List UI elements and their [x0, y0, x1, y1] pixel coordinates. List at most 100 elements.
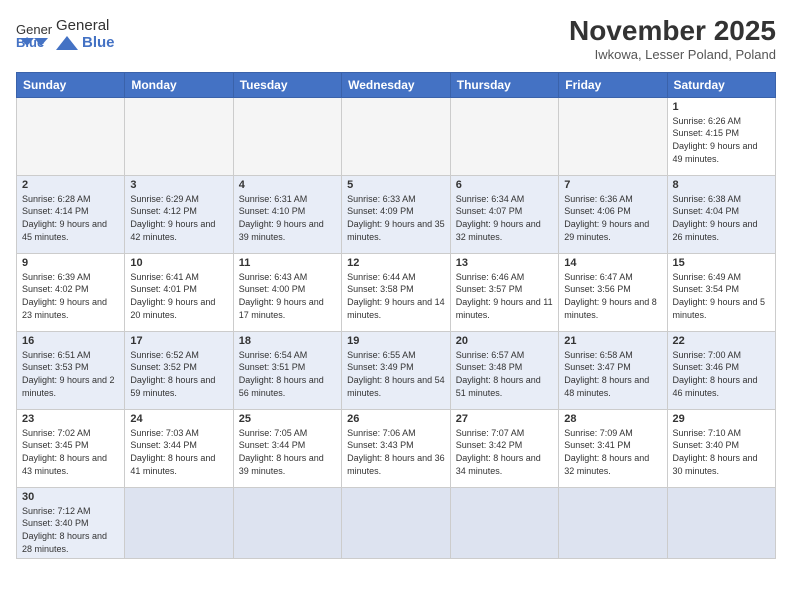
calendar-day-cell: 11 Sunrise: 6:43 AM Sunset: 4:00 PM Dayli… — [233, 253, 341, 331]
calendar-day-cell — [233, 97, 341, 175]
day-info: Sunrise: 7:06 AM Sunset: 3:43 PM Dayligh… — [347, 427, 445, 477]
day-number: 23 — [22, 413, 119, 425]
day-number: 11 — [239, 257, 336, 269]
day-number: 7 — [564, 179, 661, 191]
col-sunday: Sunday — [17, 72, 125, 97]
calendar-day-cell: 18 Sunrise: 6:54 AM Sunset: 3:51 PM Dayli… — [233, 331, 341, 409]
page: General Blue General Blue November 2025 … — [0, 0, 792, 612]
day-number: 18 — [239, 335, 336, 347]
calendar-day-cell — [450, 487, 558, 558]
calendar-header-row: Sunday Monday Tuesday Wednesday Thursday… — [17, 72, 776, 97]
calendar-week-row: 30 Sunrise: 7:12 AM Sunset: 3:40 PM Dayli… — [17, 487, 776, 558]
calendar-day-cell: 25Sunrise: 7:05 AM Sunset: 3:44 PM Dayli… — [233, 409, 341, 487]
calendar-day-cell: 1Sunrise: 6:26 AM Sunset: 4:15 PM Daylig… — [667, 97, 776, 175]
day-number: 10 — [130, 257, 227, 269]
logo: General Blue General Blue — [16, 16, 115, 51]
day-number: 17 — [130, 335, 227, 347]
day-info: Sunrise: 6:26 AM Sunset: 4:15 PM Dayligh… — [673, 115, 771, 165]
day-number: 13 — [456, 257, 553, 269]
calendar-day-cell: 3 Sunrise: 6:29 AM Sunset: 4:12 PM Daylig… — [125, 175, 233, 253]
day-info: Sunrise: 6:46 AM Sunset: 3:57 PM Dayligh… — [456, 271, 553, 321]
calendar-day-cell — [342, 487, 451, 558]
day-number: 30 — [22, 491, 119, 503]
svg-text:Blue: Blue — [16, 35, 44, 48]
calendar-day-cell — [17, 97, 125, 175]
day-info: Sunrise: 6:55 AM Sunset: 3:49 PM Dayligh… — [347, 349, 445, 399]
calendar-day-cell: 4Sunrise: 6:31 AM Sunset: 4:10 PM Daylig… — [233, 175, 341, 253]
day-info: Sunrise: 6:58 AM Sunset: 3:47 PM Dayligh… — [564, 349, 661, 399]
calendar-day-cell: 14 Sunrise: 6:47 AM Sunset: 3:56 PM Dayli… — [559, 253, 667, 331]
col-tuesday: Tuesday — [233, 72, 341, 97]
calendar-day-cell: 9 Sunrise: 6:39 AM Sunset: 4:02 PM Daylig… — [17, 253, 125, 331]
calendar-day-cell: 8 Sunrise: 6:38 AM Sunset: 4:04 PM Daylig… — [667, 175, 776, 253]
calendar-week-row: 16 Sunrise: 6:51 AM Sunset: 3:53 PM Dayli… — [17, 331, 776, 409]
calendar-day-cell — [559, 487, 667, 558]
day-number: 5 — [347, 179, 445, 191]
calendar-day-cell: 6Sunrise: 6:34 AM Sunset: 4:07 PM Daylig… — [450, 175, 558, 253]
calendar-day-cell — [450, 97, 558, 175]
day-info: Sunrise: 6:49 AM Sunset: 3:54 PM Dayligh… — [673, 271, 771, 321]
calendar-week-row: 9 Sunrise: 6:39 AM Sunset: 4:02 PM Daylig… — [17, 253, 776, 331]
day-info: Sunrise: 7:12 AM Sunset: 3:40 PM Dayligh… — [22, 505, 119, 555]
day-number: 24 — [130, 413, 227, 425]
calendar-day-cell: 7 Sunrise: 6:36 AM Sunset: 4:06 PM Daylig… — [559, 175, 667, 253]
day-info: Sunrise: 7:05 AM Sunset: 3:44 PM Dayligh… — [239, 427, 336, 477]
day-info: Sunrise: 6:54 AM Sunset: 3:51 PM Dayligh… — [239, 349, 336, 399]
day-info: Sunrise: 6:39 AM Sunset: 4:02 PM Dayligh… — [22, 271, 119, 321]
calendar-day-cell: 26Sunrise: 7:06 AM Sunset: 3:43 PM Dayli… — [342, 409, 451, 487]
generalblue-logo-icon: General Blue — [16, 20, 52, 48]
calendar-day-cell: 20Sunrise: 6:57 AM Sunset: 3:48 PM Dayli… — [450, 331, 558, 409]
day-number: 3 — [130, 179, 227, 191]
day-number: 2 — [22, 179, 119, 191]
day-number: 19 — [347, 335, 445, 347]
day-info: Sunrise: 7:10 AM Sunset: 3:40 PM Dayligh… — [673, 427, 771, 477]
day-info: Sunrise: 6:51 AM Sunset: 3:53 PM Dayligh… — [22, 349, 119, 399]
day-number: 16 — [22, 335, 119, 347]
day-info: Sunrise: 7:00 AM Sunset: 3:46 PM Dayligh… — [673, 349, 771, 399]
day-number: 9 — [22, 257, 119, 269]
day-number: 28 — [564, 413, 661, 425]
calendar-day-cell: 15 Sunrise: 6:49 AM Sunset: 3:54 PM Dayli… — [667, 253, 776, 331]
day-number: 8 — [673, 179, 771, 191]
day-number: 27 — [456, 413, 553, 425]
calendar-day-cell: 13 Sunrise: 6:46 AM Sunset: 3:57 PM Dayli… — [450, 253, 558, 331]
col-thursday: Thursday — [450, 72, 558, 97]
day-info: Sunrise: 6:38 AM Sunset: 4:04 PM Dayligh… — [673, 193, 771, 243]
calendar-day-cell: 2Sunrise: 6:28 AM Sunset: 4:14 PM Daylig… — [17, 175, 125, 253]
day-info: Sunrise: 6:47 AM Sunset: 3:56 PM Dayligh… — [564, 271, 661, 321]
day-number: 15 — [673, 257, 771, 269]
calendar-day-cell: 16 Sunrise: 6:51 AM Sunset: 3:53 PM Dayli… — [17, 331, 125, 409]
logo-general-text: General — [56, 18, 115, 35]
month-title: November 2025 — [569, 16, 776, 47]
day-number: 6 — [456, 179, 553, 191]
calendar-day-cell: 28Sunrise: 7:09 AM Sunset: 3:41 PM Dayli… — [559, 409, 667, 487]
calendar-week-row: 1Sunrise: 6:26 AM Sunset: 4:15 PM Daylig… — [17, 97, 776, 175]
day-number: 12 — [347, 257, 445, 269]
day-info: Sunrise: 6:44 AM Sunset: 3:58 PM Dayligh… — [347, 271, 445, 321]
day-info: Sunrise: 6:52 AM Sunset: 3:52 PM Dayligh… — [130, 349, 227, 399]
calendar-day-cell: 22Sunrise: 7:00 AM Sunset: 3:46 PM Dayli… — [667, 331, 776, 409]
calendar-day-cell: 24Sunrise: 7:03 AM Sunset: 3:44 PM Dayli… — [125, 409, 233, 487]
calendar-day-cell: 29 Sunrise: 7:10 AM Sunset: 3:40 PM Dayli… — [667, 409, 776, 487]
calendar-day-cell: 19 Sunrise: 6:55 AM Sunset: 3:49 PM Dayli… — [342, 331, 451, 409]
calendar-day-cell — [125, 487, 233, 558]
day-number: 29 — [673, 413, 771, 425]
calendar-day-cell — [233, 487, 341, 558]
day-info: Sunrise: 6:31 AM Sunset: 4:10 PM Dayligh… — [239, 193, 336, 243]
day-info: Sunrise: 6:36 AM Sunset: 4:06 PM Dayligh… — [564, 193, 661, 243]
day-info: Sunrise: 6:29 AM Sunset: 4:12 PM Dayligh… — [130, 193, 227, 243]
calendar-day-cell: 10 Sunrise: 6:41 AM Sunset: 4:01 PM Dayli… — [125, 253, 233, 331]
day-info: Sunrise: 6:41 AM Sunset: 4:01 PM Dayligh… — [130, 271, 227, 321]
calendar-day-cell: 23 Sunrise: 7:02 AM Sunset: 3:45 PM Dayli… — [17, 409, 125, 487]
day-info: Sunrise: 7:02 AM Sunset: 3:45 PM Dayligh… — [22, 427, 119, 477]
calendar-day-cell — [667, 487, 776, 558]
col-wednesday: Wednesday — [342, 72, 451, 97]
day-number: 14 — [564, 257, 661, 269]
calendar-day-cell: 17 Sunrise: 6:52 AM Sunset: 3:52 PM Dayli… — [125, 331, 233, 409]
title-block: November 2025 Iwkowa, Lesser Poland, Pol… — [569, 16, 776, 62]
calendar-day-cell: 30 Sunrise: 7:12 AM Sunset: 3:40 PM Dayli… — [17, 487, 125, 558]
calendar-week-row: 23 Sunrise: 7:02 AM Sunset: 3:45 PM Dayli… — [17, 409, 776, 487]
calendar-day-cell — [125, 97, 233, 175]
day-number: 20 — [456, 335, 553, 347]
day-info: Sunrise: 6:43 AM Sunset: 4:00 PM Dayligh… — [239, 271, 336, 321]
